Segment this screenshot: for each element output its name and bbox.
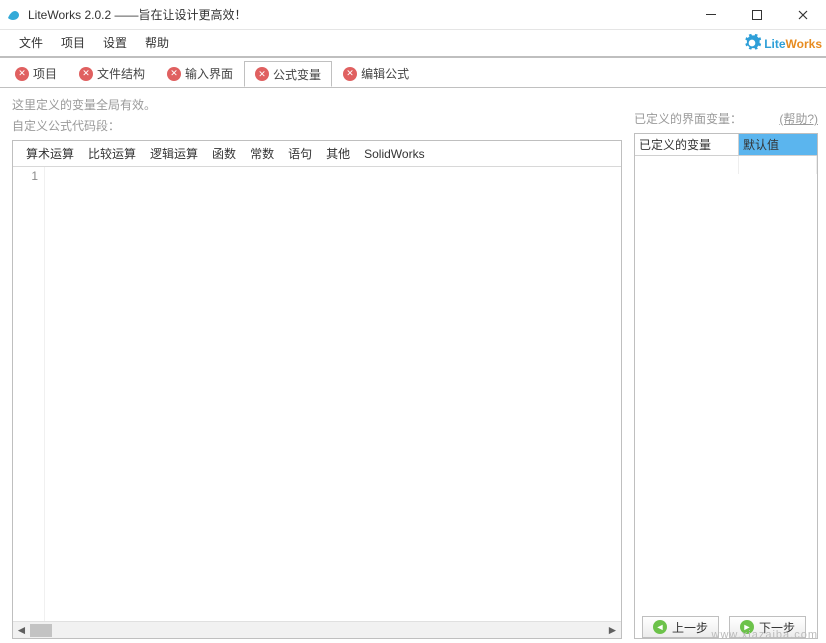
next-label: 下一步 <box>759 619 795 636</box>
col-default[interactable]: 默认值 <box>739 134 817 156</box>
brand-text-lite: Lite <box>764 37 785 51</box>
prev-button[interactable]: ◄ 上一步 <box>642 616 719 638</box>
tab-close-icon[interactable]: ✕ <box>167 67 181 81</box>
right-panel-header: 已定义的界面变量： (帮助?) <box>634 110 818 127</box>
tb-arith[interactable]: 算术运算 <box>19 142 81 166</box>
maximize-button[interactable] <box>734 0 780 30</box>
gear-icon <box>742 33 762 56</box>
tab-close-icon[interactable]: ✕ <box>79 67 93 81</box>
grid-cell[interactable] <box>635 156 739 174</box>
info-text-2: 自定义公式代码段： <box>12 117 622 134</box>
right-panel: 已定义的界面变量： (帮助?) 已定义的变量 默认值 <box>630 88 826 643</box>
menu-file[interactable]: 文件 <box>10 29 52 57</box>
arrow-left-icon: ◄ <box>653 620 667 634</box>
help-link[interactable]: (帮助?) <box>779 110 818 127</box>
app-icon <box>6 7 22 23</box>
tb-compare[interactable]: 比较运算 <box>81 142 143 166</box>
next-button[interactable]: ► 下一步 <box>729 616 806 638</box>
brand-logo: LiteWorks <box>742 30 822 58</box>
tab-label: 输入界面 <box>185 65 233 82</box>
code-toolbar: 算术运算 比较运算 逻辑运算 函数 常数 语句 其他 SolidWorks <box>13 141 621 167</box>
tab-label: 项目 <box>33 65 57 82</box>
line-number: 1 <box>31 169 38 183</box>
tb-stmt[interactable]: 语句 <box>281 142 319 166</box>
grid-header: 已定义的变量 默认值 <box>635 134 817 156</box>
tab-formula-vars[interactable]: ✕ 公式变量 <box>244 61 332 87</box>
close-button[interactable] <box>780 0 826 30</box>
titlebar: LiteWorks 2.0.2 ——旨在让设计更高效！ <box>0 0 826 30</box>
footer-nav: ◄ 上一步 ► 下一步 <box>0 611 826 643</box>
tb-solidworks[interactable]: SolidWorks <box>357 142 431 166</box>
left-panel: 这里定义的变量全局有效。 自定义公式代码段： 算术运算 比较运算 逻辑运算 函数… <box>0 88 630 643</box>
tb-other[interactable]: 其他 <box>319 142 357 166</box>
variables-grid[interactable]: 已定义的变量 默认值 <box>634 133 818 639</box>
grid-row-empty[interactable] <box>635 156 817 174</box>
info-text-1: 这里定义的变量全局有效。 <box>12 96 622 113</box>
window-title: LiteWorks 2.0.2 ——旨在让设计更高效！ <box>28 6 247 23</box>
minimize-button[interactable] <box>688 0 734 30</box>
tb-const[interactable]: 常数 <box>243 142 281 166</box>
right-header-label: 已定义的界面变量： <box>634 110 742 127</box>
content-area: 这里定义的变量全局有效。 自定义公式代码段： 算术运算 比较运算 逻辑运算 函数… <box>0 88 826 643</box>
tab-close-icon[interactable]: ✕ <box>343 67 357 81</box>
tab-close-icon[interactable]: ✕ <box>255 67 269 81</box>
arrow-right-icon: ► <box>740 620 754 634</box>
menu-help[interactable]: 帮助 <box>136 29 178 57</box>
line-gutter: 1 <box>13 167 45 621</box>
tab-close-icon[interactable]: ✕ <box>15 67 29 81</box>
col-var-name[interactable]: 已定义的变量 <box>635 134 739 156</box>
tab-label: 公式变量 <box>273 66 321 83</box>
code-area[interactable] <box>45 167 621 621</box>
tab-project[interactable]: ✕ 项目 <box>4 61 68 87</box>
brand-text-works: Works <box>786 37 822 51</box>
tb-logic[interactable]: 逻辑运算 <box>143 142 205 166</box>
menu-project[interactable]: 项目 <box>52 29 94 57</box>
menubar: 文件 项目 设置 帮助 LiteWorks <box>0 30 826 58</box>
tab-file-structure[interactable]: ✕ 文件结构 <box>68 61 156 87</box>
window-controls <box>688 0 826 30</box>
tab-input-ui[interactable]: ✕ 输入界面 <box>156 61 244 87</box>
grid-cell[interactable] <box>739 156 817 174</box>
document-tabs: ✕ 项目 ✕ 文件结构 ✕ 输入界面 ✕ 公式变量 ✕ 编辑公式 <box>0 58 826 88</box>
editor-container: 算术运算 比较运算 逻辑运算 函数 常数 语句 其他 SolidWorks 1 … <box>12 140 622 639</box>
code-editor[interactable]: 1 <box>13 167 621 621</box>
tab-label: 文件结构 <box>97 65 145 82</box>
tab-edit-formula[interactable]: ✕ 编辑公式 <box>332 61 420 87</box>
menu-settings[interactable]: 设置 <box>94 29 136 57</box>
tab-label: 编辑公式 <box>361 65 409 82</box>
tb-func[interactable]: 函数 <box>205 142 243 166</box>
prev-label: 上一步 <box>672 619 708 636</box>
